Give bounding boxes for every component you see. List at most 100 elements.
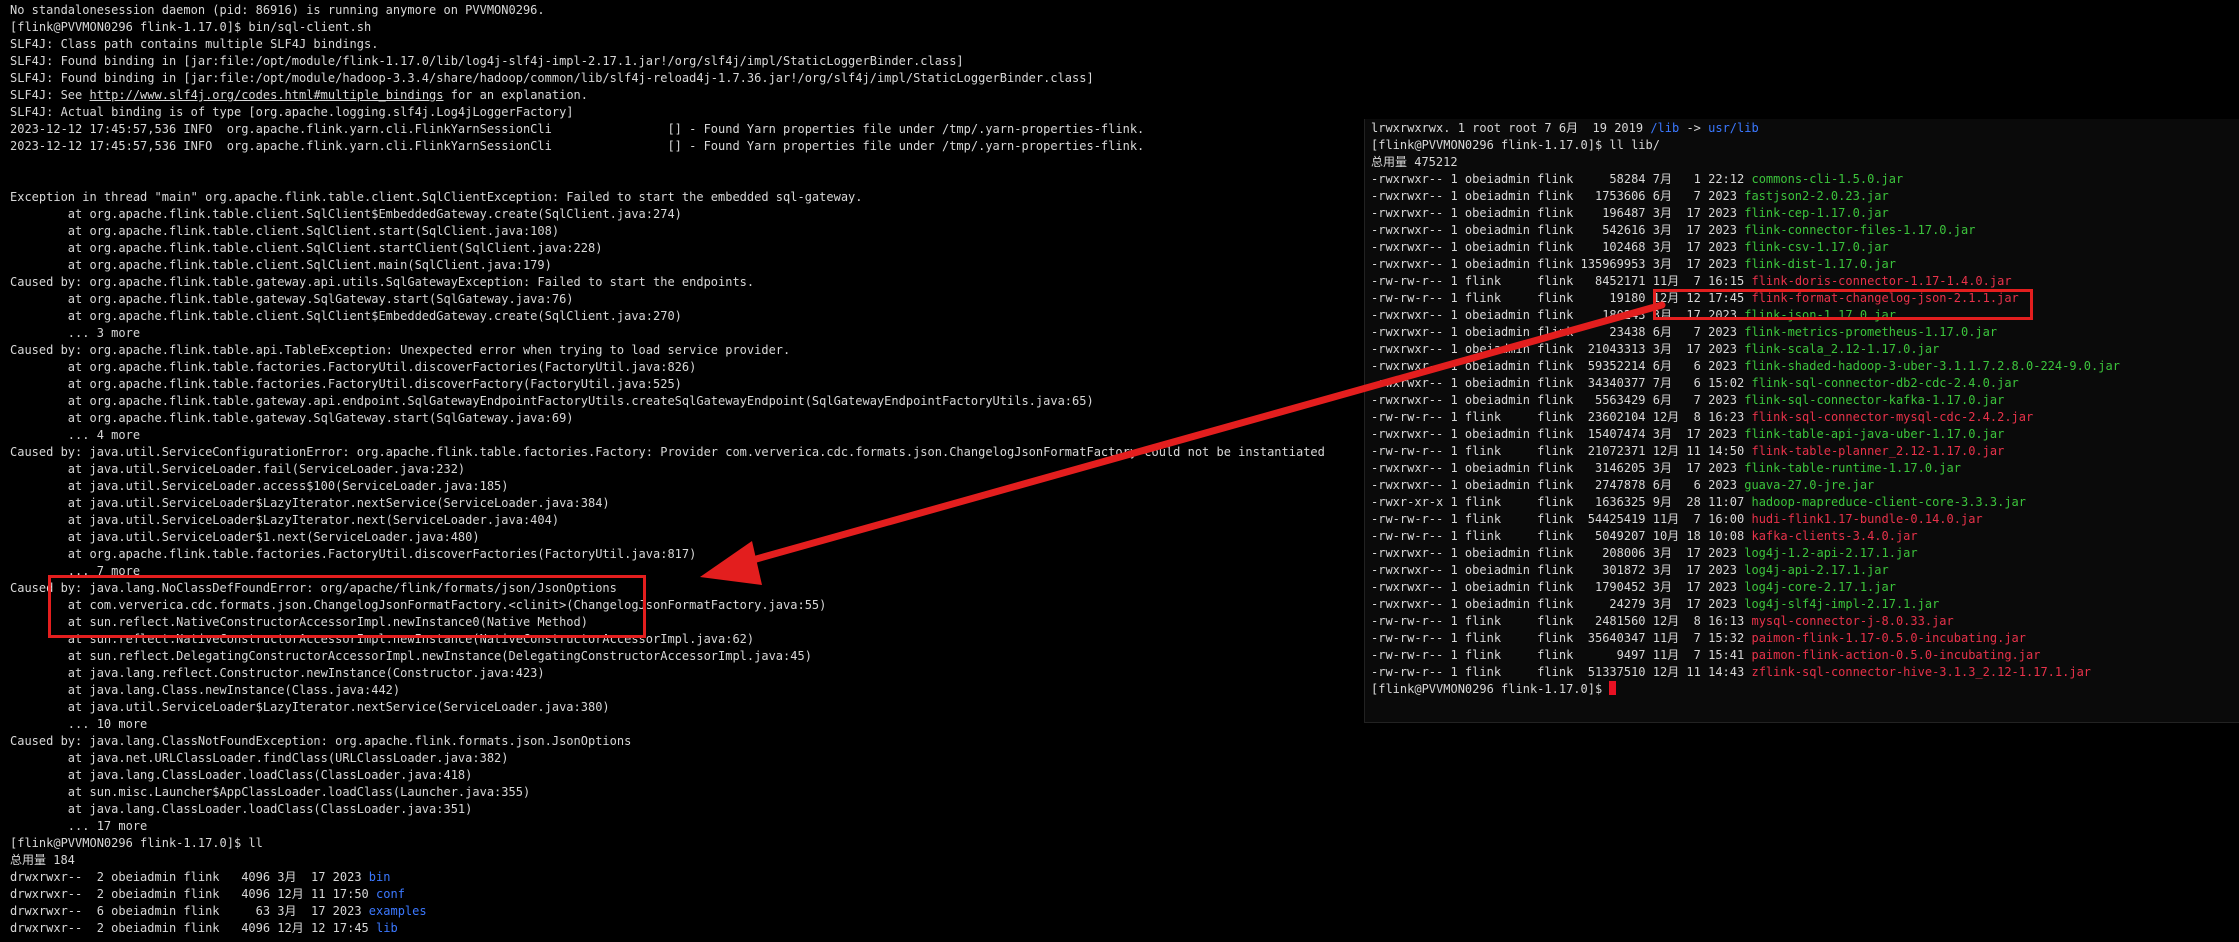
- file-meta: -rwxrwxr-- 1 obeiadmin flink 180243 3月 1…: [1371, 308, 1745, 322]
- terminal-line: at java.lang.ClassLoader.loadClass(Class…: [10, 801, 1350, 818]
- symlink-meta: lrwxrwxrwx. 1 root root 7 6月 19 2019: [1371, 121, 1651, 135]
- terminal-text: Caused by: java.lang.ClassNotFoundExcept…: [10, 734, 632, 748]
- jar-file-name[interactable]: hudi-flink1.17-bundle-0.14.0.jar: [1751, 512, 1982, 526]
- terminal-text: at java.util.ServiceLoader.access$100(Se…: [10, 479, 509, 493]
- file-meta: -rwxrwxr-- 1 obeiadmin flink 102468 3月 1…: [1371, 240, 1745, 254]
- symlink-target[interactable]: usr/lib: [1708, 121, 1759, 135]
- file-meta: -rwxr-xr-x 1 flink flink 1636325 9月 28 1…: [1371, 495, 1752, 509]
- jar-file-name[interactable]: mysql-connector-j-8.0.33.jar: [1751, 614, 1953, 628]
- right-terminal[interactable]: lrwxrwxrwx. 1 root root 7 6月 19 2019 /li…: [1364, 119, 2239, 723]
- terminal-text: at java.lang.ClassLoader.loadClass(Class…: [10, 802, 473, 816]
- dir-listing-row: drwxrwxr-- 2 obeiadmin flink 4096 12月 11…: [10, 886, 1350, 903]
- terminal-line: ... 4 more: [10, 427, 1350, 444]
- terminal-text: at sun.reflect.NativeConstructorAccessor…: [10, 615, 588, 629]
- jar-file-name[interactable]: flink-metrics-prometheus-1.17.0.jar: [1744, 325, 1997, 339]
- terminal-line: Caused by: java.util.ServiceConfiguratio…: [10, 444, 1350, 461]
- jar-file-name[interactable]: flink-csv-1.17.0.jar: [1744, 240, 1889, 254]
- terminal-line: at org.apache.flink.table.gateway.SqlGat…: [10, 410, 1350, 427]
- directory-name[interactable]: conf: [376, 887, 405, 901]
- terminal-text: Caused by: java.util.ServiceConfiguratio…: [10, 445, 1325, 459]
- file-row: -rwxrwxr-- 1 obeiadmin flink 21043313 3月…: [1371, 341, 2233, 358]
- terminal-text: Caused by: java.lang.NoClassDefFoundErro…: [10, 581, 617, 595]
- jar-file-name[interactable]: flink-sql-connector-mysql-cdc-2.4.2.jar: [1751, 410, 2033, 424]
- terminal-line: at org.apache.flink.table.client.SqlClie…: [10, 240, 1350, 257]
- jar-file-name[interactable]: flink-sql-connector-kafka-1.17.0.jar: [1744, 393, 2004, 407]
- file-meta: -rwxrwxr-- 1 obeiadmin flink 58284 7月 1 …: [1371, 172, 1752, 186]
- jar-file-name[interactable]: flink-scala_2.12-1.17.0.jar: [1744, 342, 1939, 356]
- terminal-text: at java.net.URLClassLoader.findClass(URL…: [10, 751, 509, 765]
- file-row: -rwxrwxr-- 1 obeiadmin flink 102468 3月 1…: [1371, 239, 2233, 256]
- terminal-text: at java.lang.ClassLoader.loadClass(Class…: [10, 768, 473, 782]
- file-meta: -rwxrwxr-- 1 obeiadmin flink 24279 3月 17…: [1371, 597, 1745, 611]
- terminal-line: at java.util.ServiceLoader$LazyIterator.…: [10, 512, 1350, 529]
- terminal-text: [flink@PVVMON0296 flink-1.17.0]$ bin/sql…: [10, 20, 372, 34]
- file-row: -rw-rw-r-- 1 flink flink 9497 11月 7 15:4…: [1371, 647, 2233, 664]
- jar-file-name[interactable]: flink-connector-files-1.17.0.jar: [1744, 223, 1975, 237]
- terminal-text: ... 17 more: [10, 819, 148, 833]
- file-row: -rwxrwxr-- 1 obeiadmin flink 58284 7月 1 …: [1371, 171, 2233, 188]
- terminal-text: SLF4J: Found binding in [jar:file:/opt/m…: [10, 54, 964, 68]
- terminal-line: at org.apache.flink.table.client.SqlClie…: [10, 308, 1350, 325]
- file-row: -rwxrwxr-- 1 obeiadmin flink 196487 3月 1…: [1371, 205, 2233, 222]
- jar-file-name[interactable]: log4j-slf4j-impl-2.17.1.jar: [1744, 597, 1939, 611]
- jar-file-name[interactable]: kafka-clients-3.4.0.jar: [1751, 529, 1917, 543]
- jar-file-name[interactable]: log4j-core-2.17.1.jar: [1744, 580, 1896, 594]
- jar-file-name[interactable]: flink-table-api-java-uber-1.17.0.jar: [1744, 427, 2004, 441]
- dir-meta: drwxrwxr-- 6 obeiadmin flink 63 3月 17 20…: [10, 904, 369, 918]
- symlink-name[interactable]: /lib: [1650, 121, 1679, 135]
- symlink-row: lrwxrwxrwx. 1 root root 7 6月 19 2019 /li…: [1371, 120, 2233, 137]
- file-row: -rwxrwxr-- 1 obeiadmin flink 1753606 6月 …: [1371, 188, 2233, 205]
- terminal-text: SLF4J: See: [10, 88, 90, 102]
- jar-file-name[interactable]: paimon-flink-action-0.5.0-incubating.jar: [1751, 648, 2040, 662]
- directory-name[interactable]: examples: [369, 904, 427, 918]
- jar-file-name[interactable]: log4j-1.2-api-2.17.1.jar: [1744, 546, 1917, 560]
- terminal-text: at org.apache.flink.table.client.SqlClie…: [10, 309, 682, 323]
- shell-prompt: [flink@PVVMON0296 flink-1.17.0]$: [1371, 682, 1610, 696]
- directory-name[interactable]: bin: [369, 870, 391, 884]
- file-row: -rwxrwxr-- 1 obeiadmin flink 34340377 7月…: [1371, 375, 2233, 392]
- terminal-line: ... 7 more: [10, 563, 1350, 580]
- file-row: -rw-rw-r-- 1 flink flink 21072371 12月 11…: [1371, 443, 2233, 460]
- terminal-line: at org.apache.flink.table.factories.Fact…: [10, 376, 1350, 393]
- jar-file-name[interactable]: flink-doris-connector-1.17-1.4.0.jar: [1751, 274, 2011, 288]
- terminal-text: at org.apache.flink.table.factories.Fact…: [10, 360, 697, 374]
- jar-file-name[interactable]: flink-shaded-hadoop-3-uber-3.1.1.7.2.8.0…: [1744, 359, 2120, 373]
- jar-file-name[interactable]: flink-format-changelog-json-2.1.1.jar: [1751, 291, 2018, 305]
- jar-file-name[interactable]: zflink-sql-connector-hive-3.1.3_2.12-1.1…: [1751, 665, 2091, 679]
- terminal-text: SLF4J: Found binding in [jar:file:/opt/m…: [10, 71, 1094, 85]
- terminal-text: Caused by: org.apache.flink.table.api.Ta…: [10, 343, 791, 357]
- left-terminal[interactable]: No standalonesession daemon (pid: 86916)…: [10, 2, 1350, 942]
- jar-file-name[interactable]: commons-cli-1.5.0.jar: [1751, 172, 1903, 186]
- terminal-line: at java.util.ServiceLoader.access$100(Se…: [10, 478, 1350, 495]
- jar-file-name[interactable]: guava-27.0-jre.jar: [1744, 478, 1874, 492]
- jar-file-name[interactable]: flink-json-1.17.0.jar: [1744, 308, 1896, 322]
- jar-file-name[interactable]: flink-table-runtime-1.17.0.jar: [1744, 461, 1961, 475]
- file-meta: -rw-rw-r-- 1 flink flink 2481560 12月 8 1…: [1371, 614, 1752, 628]
- jar-file-name[interactable]: log4j-api-2.17.1.jar: [1744, 563, 1889, 577]
- terminal-line: at java.lang.ClassLoader.loadClass(Class…: [10, 767, 1350, 784]
- file-row: -rwxrwxr-- 1 obeiadmin flink 301872 3月 1…: [1371, 562, 2233, 579]
- terminal-text: at org.apache.flink.table.factories.Fact…: [10, 377, 682, 391]
- jar-file-name[interactable]: paimon-flink-1.17-0.5.0-incubating.jar: [1751, 631, 2026, 645]
- terminal-line: Exception in thread "main" org.apache.fl…: [10, 189, 1350, 206]
- file-row: -rwxrwxr-- 1 obeiadmin flink 23438 6月 7 …: [1371, 324, 2233, 341]
- file-meta: -rw-rw-r-- 1 flink flink 51337510 12月 11…: [1371, 665, 1752, 679]
- jar-file-name[interactable]: hadoop-mapreduce-client-core-3.3.3.jar: [1751, 495, 2026, 509]
- dir-meta: drwxrwxr-- 2 obeiadmin flink 4096 12月 11…: [10, 887, 377, 901]
- directory-name[interactable]: lib: [376, 921, 398, 935]
- terminal-line: at org.apache.flink.table.client.SqlClie…: [10, 206, 1350, 223]
- slf4j-url-link[interactable]: http://www.slf4j.org/codes.html#multiple…: [89, 88, 443, 102]
- jar-file-name[interactable]: flink-dist-1.17.0.jar: [1744, 257, 1896, 271]
- jar-file-name[interactable]: flink-cep-1.17.0.jar: [1744, 206, 1889, 220]
- terminal-line: at org.apache.flink.table.client.SqlClie…: [10, 223, 1350, 240]
- terminal-text: [flink@PVVMON0296 flink-1.17.0]$ ll: [10, 836, 263, 850]
- terminal-line: at sun.reflect.DelegatingConstructorAcce…: [10, 648, 1350, 665]
- terminal-text: for an explanation.: [443, 88, 588, 102]
- jar-file-name[interactable]: fastjson2-2.0.23.jar: [1744, 189, 1889, 203]
- jar-file-name[interactable]: flink-table-planner_2.12-1.17.0.jar: [1751, 444, 2004, 458]
- file-meta: -rwxrwxr-- 1 obeiadmin flink 301872 3月 1…: [1371, 563, 1745, 577]
- dir-meta: drwxrwxr-- 2 obeiadmin flink 4096 3月 17 …: [10, 870, 369, 884]
- terminal-line: Caused by: org.apache.flink.table.api.Ta…: [10, 342, 1350, 359]
- jar-file-name[interactable]: flink-sql-connector-db2-cdc-2.4.0.jar: [1751, 376, 2018, 390]
- file-meta: -rwxrwxr-- 1 obeiadmin flink 34340377 7月…: [1371, 376, 1752, 390]
